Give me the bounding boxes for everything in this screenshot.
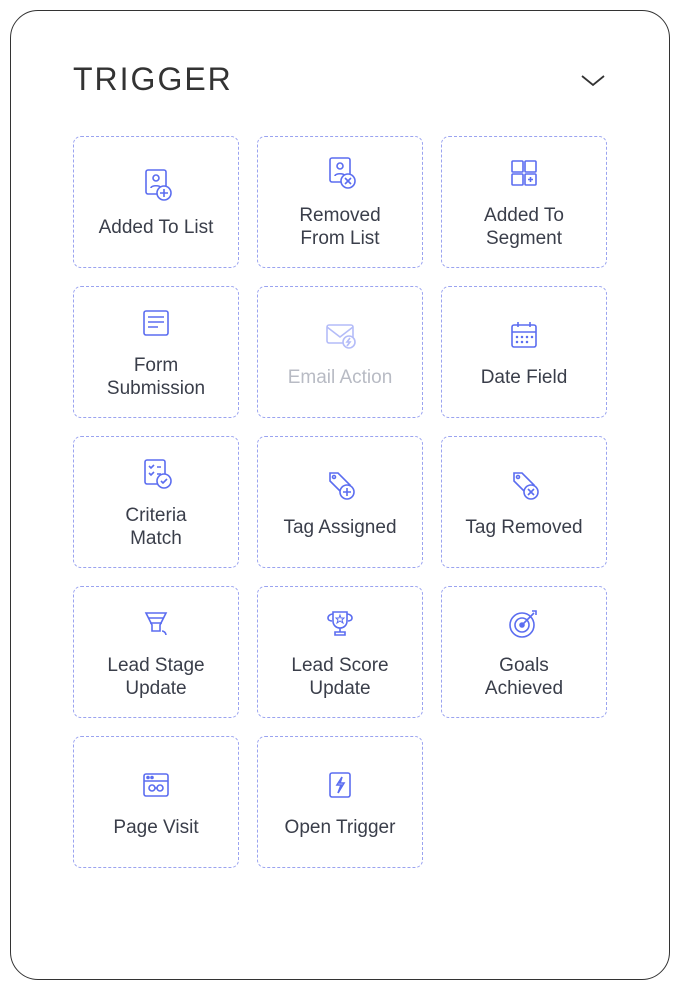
trigger-label: Open Trigger [277, 817, 404, 840]
trigger-label: Lead Score Update [283, 655, 396, 701]
trigger-label: Email Action [280, 367, 401, 390]
trigger-label: Tag Removed [457, 517, 590, 540]
tag-add-icon [320, 465, 360, 505]
calendar-icon [504, 315, 544, 355]
trigger-tag-assigned[interactable]: Tag Assigned [257, 436, 423, 568]
trigger-label: Criteria Match [117, 505, 194, 551]
trigger-label: Date Field [473, 367, 576, 390]
trigger-label: Added To Segment [476, 205, 572, 251]
panel-header: TRIGGER [73, 61, 607, 98]
trigger-label: Lead Stage Update [99, 655, 212, 701]
trigger-grid: Added To List Removed From List [73, 136, 607, 868]
trigger-added-to-segment[interactable]: Added To Segment [441, 136, 607, 268]
bolt-icon [320, 765, 360, 805]
panel-title: TRIGGER [73, 61, 233, 98]
list-remove-icon [320, 153, 360, 193]
trigger-criteria-match[interactable]: Criteria Match [73, 436, 239, 568]
trigger-label: Goals Achieved [477, 655, 571, 701]
list-add-icon [136, 165, 176, 205]
trigger-open-trigger[interactable]: Open Trigger [257, 736, 423, 868]
trigger-label: Tag Assigned [275, 517, 404, 540]
trophy-icon [320, 603, 360, 643]
trigger-label: Form Submission [99, 355, 213, 401]
checklist-icon [136, 453, 176, 493]
trigger-removed-from-list[interactable]: Removed From List [257, 136, 423, 268]
email-action-icon [320, 315, 360, 355]
trigger-date-field[interactable]: Date Field [441, 286, 607, 418]
target-icon [504, 603, 544, 643]
trigger-lead-score-update[interactable]: Lead Score Update [257, 586, 423, 718]
trigger-tag-removed[interactable]: Tag Removed [441, 436, 607, 568]
funnel-icon [136, 603, 176, 643]
form-icon [136, 303, 176, 343]
tag-remove-icon [504, 465, 544, 505]
trigger-email-action[interactable]: Email Action [257, 286, 423, 418]
trigger-lead-stage-update[interactable]: Lead Stage Update [73, 586, 239, 718]
trigger-panel: TRIGGER Added To List [10, 10, 670, 980]
trigger-label: Added To List [91, 217, 222, 240]
trigger-page-visit[interactable]: Page Visit [73, 736, 239, 868]
trigger-added-to-list[interactable]: Added To List [73, 136, 239, 268]
chevron-down-icon[interactable] [579, 72, 607, 88]
trigger-form-submission[interactable]: Form Submission [73, 286, 239, 418]
segment-add-icon [504, 153, 544, 193]
trigger-label: Page Visit [105, 817, 206, 840]
trigger-label: Removed From List [291, 205, 388, 251]
browser-icon [136, 765, 176, 805]
trigger-goals-achieved[interactable]: Goals Achieved [441, 586, 607, 718]
